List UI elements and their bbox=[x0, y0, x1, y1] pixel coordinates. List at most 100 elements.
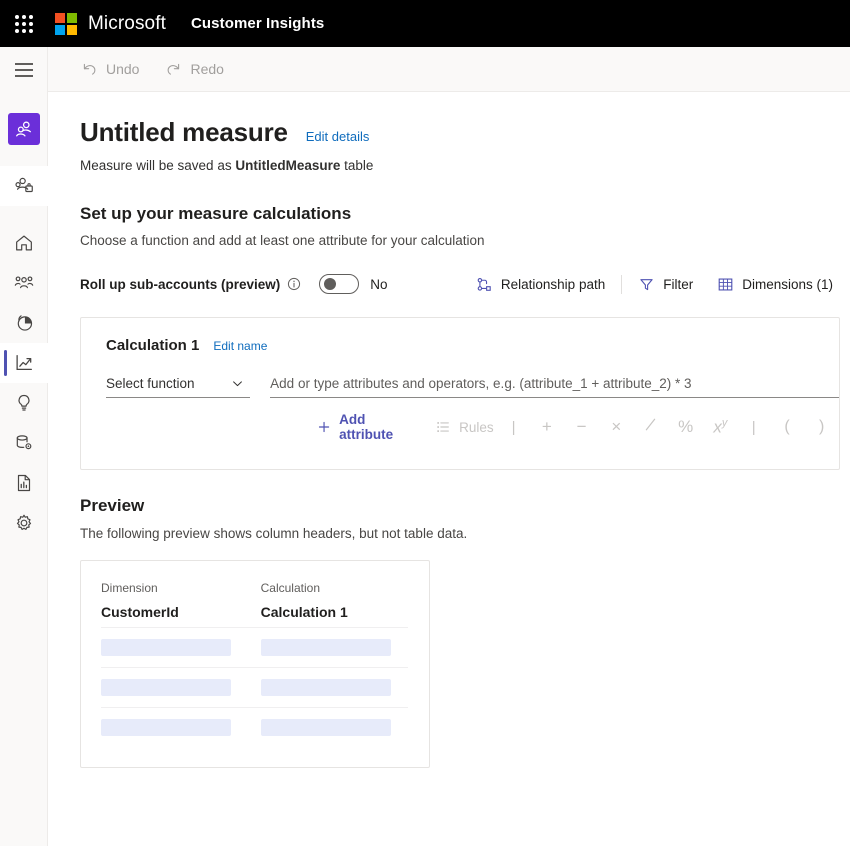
preview-heading: Preview bbox=[80, 496, 145, 515]
options-divider bbox=[621, 274, 623, 294]
skeleton-bar bbox=[101, 639, 231, 656]
operator-open-paren[interactable]: ( bbox=[774, 418, 801, 436]
options-row: Roll up sub-accounts (preview) No Relati… bbox=[80, 270, 840, 298]
operator-multiply[interactable]: × bbox=[603, 417, 630, 437]
app-title[interactable]: Customer Insights bbox=[191, 15, 324, 32]
sidebar-item-segments[interactable] bbox=[0, 303, 48, 343]
hamburger-menu-button[interactable] bbox=[0, 47, 48, 92]
operator-divider-1: | bbox=[511, 418, 516, 436]
report-document-icon bbox=[17, 474, 30, 492]
segments-pie-icon bbox=[17, 315, 32, 331]
info-icon[interactable] bbox=[287, 277, 301, 291]
plus-icon bbox=[318, 421, 330, 433]
redo-label: Redo bbox=[190, 61, 224, 77]
rollup-label: Roll up sub-accounts (preview) bbox=[80, 276, 281, 292]
function-select-label: Select function bbox=[106, 376, 195, 391]
formula-placeholder: Add or type attributes and operators, e.… bbox=[270, 376, 692, 391]
rules-label: Rules bbox=[459, 419, 494, 435]
operator-toolbar: Add attribute Rules | + − × % xy | () bbox=[313, 408, 839, 446]
preview-header-row: Dimension CustomerId Calculation Calcula… bbox=[101, 581, 408, 628]
operator-percent[interactable]: % bbox=[672, 417, 699, 437]
undo-button[interactable]: Undo bbox=[71, 53, 149, 85]
table-cell bbox=[101, 707, 261, 747]
calculation-card: Calculation 1 Edit name Select function … bbox=[80, 317, 840, 470]
filter-button[interactable]: Filter bbox=[631, 269, 700, 299]
rules-button[interactable]: Rules bbox=[431, 415, 498, 439]
redo-icon bbox=[168, 63, 180, 75]
dimensions-label: Dimensions (1) bbox=[742, 276, 833, 292]
sidebar-item-measures[interactable] bbox=[0, 343, 48, 383]
sidebar-item-data[interactable] bbox=[0, 423, 48, 463]
toggle-knob bbox=[324, 278, 337, 290]
operator-divider-2: | bbox=[751, 418, 756, 436]
table-row bbox=[101, 707, 408, 747]
environment-people-icon bbox=[14, 177, 33, 193]
table-cell bbox=[101, 627, 261, 668]
preview-table-body bbox=[101, 627, 408, 747]
operator-close-paren[interactable]: ) bbox=[808, 418, 835, 436]
redo-button[interactable]: Redo bbox=[155, 53, 233, 85]
dimensions-button[interactable]: Dimensions (1) bbox=[710, 269, 840, 299]
operator-minus[interactable]: − bbox=[568, 417, 595, 437]
preview-column-name: CustomerId bbox=[101, 604, 179, 620]
table-cell bbox=[101, 667, 261, 708]
preview-column-group: Dimension bbox=[101, 581, 158, 595]
brand-name[interactable]: Microsoft bbox=[88, 13, 166, 35]
operator-divide[interactable] bbox=[638, 416, 665, 438]
microsoft-logo-icon bbox=[55, 12, 77, 35]
gear-icon bbox=[16, 514, 31, 531]
subtitle-table-name: UntitledMeasure bbox=[235, 158, 341, 173]
table-row bbox=[101, 627, 408, 668]
undo-icon bbox=[83, 63, 96, 75]
table-cell bbox=[260, 627, 408, 668]
section-subtitle: Choose a function and add at least one a… bbox=[80, 233, 485, 248]
skeleton-bar bbox=[260, 719, 391, 736]
sidebar-item-intelligence[interactable] bbox=[0, 383, 48, 423]
toggle-state-label: No bbox=[370, 276, 388, 292]
calculation-header: Calculation 1 Edit name bbox=[106, 337, 839, 354]
left-navigation-rail bbox=[0, 47, 48, 846]
formula-input[interactable]: Add or type attributes and operators, e.… bbox=[270, 370, 839, 398]
operator-plus[interactable]: + bbox=[534, 417, 561, 437]
sidebar-item-audience-insights[interactable] bbox=[0, 109, 48, 149]
page-title-row: Untitled measure Edit details bbox=[80, 117, 850, 148]
operator-power[interactable]: xy bbox=[707, 417, 734, 438]
rollup-toggle[interactable] bbox=[319, 274, 360, 294]
table-cell bbox=[260, 667, 408, 708]
calculation-inputs-row: Select function Add or type attributes a… bbox=[106, 370, 839, 398]
command-bar: Undo Redo bbox=[0, 47, 850, 92]
waffle-icon bbox=[15, 14, 33, 33]
rules-list-icon bbox=[437, 422, 450, 432]
edit-name-link[interactable]: Edit name bbox=[213, 339, 267, 353]
home-icon bbox=[15, 235, 32, 251]
preview-card: Dimension CustomerId Calculation Calcula… bbox=[80, 560, 430, 768]
filter-icon bbox=[640, 278, 653, 290]
measures-chart-icon bbox=[15, 355, 32, 371]
undo-label: Undo bbox=[106, 61, 140, 77]
sidebar-item-environment[interactable] bbox=[0, 166, 48, 206]
dimensions-table-icon bbox=[718, 278, 733, 290]
section-heading: Set up your measure calculations bbox=[80, 204, 352, 223]
sidebar-item-customers[interactable] bbox=[0, 263, 48, 303]
function-select[interactable]: Select function bbox=[106, 370, 251, 398]
relationship-path-button[interactable]: Relationship path bbox=[469, 269, 612, 299]
sidebar-item-admin-settings[interactable] bbox=[0, 503, 48, 543]
preview-table-head: Dimension CustomerId Calculation Calcula… bbox=[101, 581, 408, 628]
skeleton-bar bbox=[101, 719, 231, 736]
preview-column-calculation: Calculation Calculation 1 bbox=[261, 581, 408, 628]
lightbulb-icon bbox=[18, 394, 29, 411]
suite-bar: Microsoft Customer Insights bbox=[0, 0, 850, 47]
preview-column-group: Calculation bbox=[260, 581, 320, 595]
app-launcher-button[interactable] bbox=[0, 0, 48, 47]
sidebar-item-reports[interactable] bbox=[0, 463, 48, 503]
subtitle-suffix: table bbox=[340, 158, 374, 173]
relationship-path-label: Relationship path bbox=[500, 276, 606, 292]
page-title: Untitled measure bbox=[80, 117, 288, 147]
add-attribute-button[interactable]: Add attribute bbox=[313, 408, 417, 446]
sidebar-item-home[interactable] bbox=[0, 223, 48, 263]
audience-insights-avatar-icon bbox=[7, 113, 40, 145]
edit-details-link[interactable]: Edit details bbox=[306, 129, 370, 144]
chevron-down-icon bbox=[233, 381, 243, 387]
skeleton-bar bbox=[260, 639, 391, 656]
save-location-subtitle: Measure will be saved as UntitledMeasure… bbox=[80, 158, 850, 173]
